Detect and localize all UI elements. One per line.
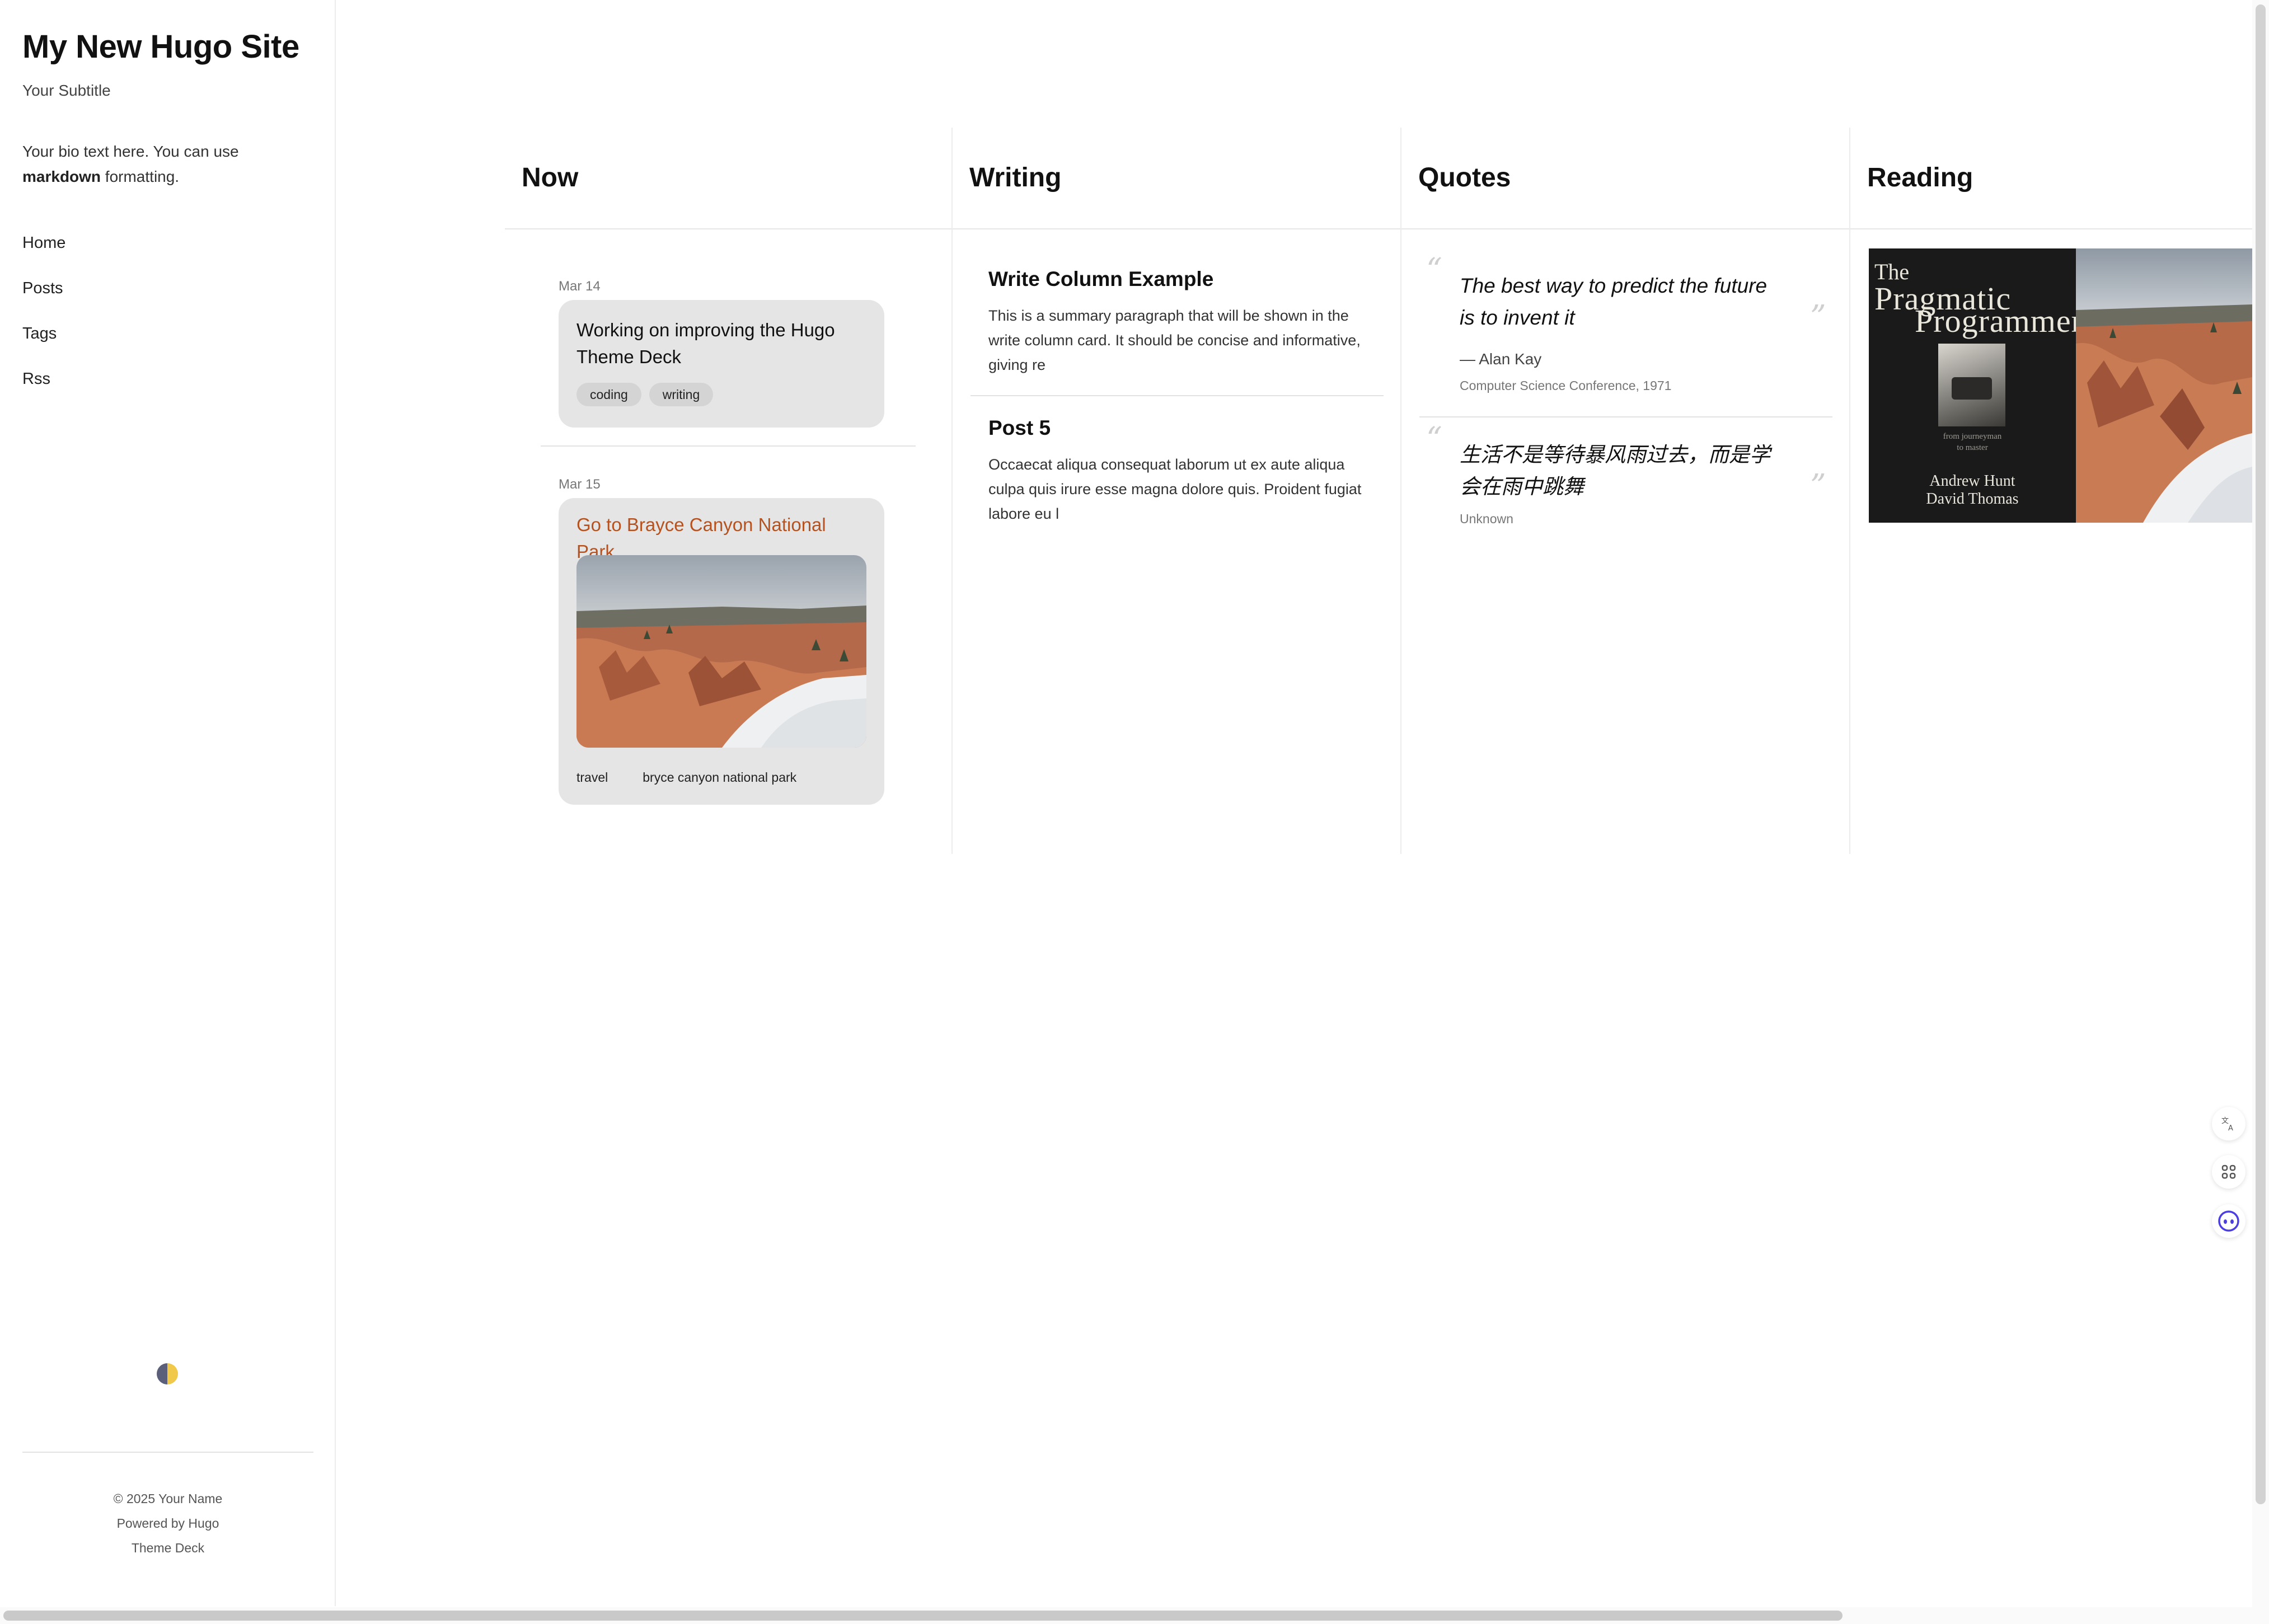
bio-bold: markdown xyxy=(22,168,101,185)
canyon-photo[interactable] xyxy=(576,555,866,748)
reading-column: Reading The Pragmatic Programmer from jo… xyxy=(1850,128,2252,854)
now-card-title[interactable]: Working on improving the Hugo Theme Deck xyxy=(576,317,868,370)
footer-copyright: © 2025 Your Name xyxy=(113,1491,223,1506)
svg-text:A: A xyxy=(2228,1124,2233,1132)
horizontal-scrollbar[interactable] xyxy=(3,1611,1843,1621)
writing-column: Writing Write Column Example This is a s… xyxy=(953,128,1400,854)
writing-post-summary: Occaecat aliqua consequat laborum ut ex … xyxy=(988,456,1362,522)
now-column: Now Mar 14 Working on improving the Hugo… xyxy=(505,128,951,854)
quotes-heading: Quotes xyxy=(1418,163,1511,193)
nav-rss[interactable]: Rss xyxy=(22,367,65,412)
open-quote-icon: “ xyxy=(1426,421,1442,457)
quote-source: Unknown xyxy=(1460,511,1513,526)
nav-tags[interactable]: Tags xyxy=(22,321,65,367)
tag-chip[interactable]: bryce canyon national park xyxy=(629,766,810,789)
bio-text: Your bio text here. You can use markdown… xyxy=(22,139,302,189)
now-card-tags: coding writing xyxy=(576,383,721,406)
book-author-2: David Thomas xyxy=(1926,490,2019,508)
assistant-eyes-icon[interactable] xyxy=(2212,1204,2245,1238)
vertical-scrollbar[interactable] xyxy=(2256,4,2266,1504)
quote-source: Computer Science Conference, 1971 xyxy=(1460,378,1672,393)
quote-text: The best way to predict the future is to… xyxy=(1460,274,1768,329)
bio-prefix: Your bio text here. You can use xyxy=(22,143,239,160)
bio-suffix: formatting. xyxy=(101,168,180,185)
reading-heading: Reading xyxy=(1867,163,1973,193)
translate-icon[interactable]: 文A xyxy=(2212,1107,2245,1140)
writing-post[interactable]: Post 5 Occaecat aliqua consequat laborum… xyxy=(988,416,1375,526)
site-subtitle: Your Subtitle xyxy=(22,82,111,99)
book-tagline-1: from journeyman xyxy=(1943,432,2002,441)
quotes-separator xyxy=(1419,416,1832,417)
close-quote-icon: ” xyxy=(1810,468,1826,504)
now-date: Mar 15 xyxy=(559,477,601,492)
grid-command-icon[interactable] xyxy=(2212,1155,2245,1189)
sidebar-nav: Home Posts Tags Rss xyxy=(22,231,65,412)
sidebar-divider xyxy=(22,1452,313,1453)
site-title[interactable]: My New Hugo Site xyxy=(22,28,299,65)
quote-text: 生活不是等待暴风雨过去，而是学会在雨中跳舞 xyxy=(1460,443,1770,498)
nav-posts[interactable]: Posts xyxy=(22,276,65,321)
now-card[interactable]: Go to Brayce Canyon National Park travel… xyxy=(559,498,884,805)
writing-heading: Writing xyxy=(969,163,1062,193)
open-quote-icon: “ xyxy=(1426,252,1442,288)
tag-chip[interactable]: coding xyxy=(576,383,641,406)
sidebar-footer: © 2025 Your Name Powered by Hugo Theme D… xyxy=(0,1486,336,1560)
reading-column-header: Reading xyxy=(1850,128,2252,229)
reading-photo[interactable] xyxy=(2076,248,2252,523)
book-author-1: Andrew Hunt xyxy=(1929,472,2015,490)
now-column-header: Now xyxy=(505,128,951,229)
tag-chip[interactable]: writing xyxy=(649,383,714,406)
footer-theme[interactable]: Theme Deck xyxy=(0,1536,336,1560)
tag-chip[interactable]: travel xyxy=(563,766,621,789)
writing-post-title[interactable]: Write Column Example xyxy=(988,267,1375,291)
nav-home[interactable]: Home xyxy=(22,231,65,276)
writing-post-summary: This is a summary paragraph that will be… xyxy=(988,307,1361,373)
book-title-line2: Programmer xyxy=(1915,303,2076,339)
half-moon-sun-icon[interactable] xyxy=(157,1363,178,1384)
quote-author: — Alan Kay xyxy=(1460,350,1542,368)
now-separator xyxy=(541,445,916,447)
now-date: Mar 14 xyxy=(559,279,601,294)
book-tagline: from journeyman to master xyxy=(1869,431,2076,453)
book-plane-illustration xyxy=(1938,344,2005,426)
footer-powered[interactable]: Powered by Hugo xyxy=(0,1511,336,1536)
now-card-tags: travel bryce canyon national park xyxy=(563,766,818,789)
writing-column-header: Writing xyxy=(953,128,1400,229)
now-heading: Now xyxy=(522,163,579,193)
sidebar: My New Hugo Site Your Subtitle Your bio … xyxy=(0,0,336,1606)
writing-post[interactable]: Write Column Example This is a summary p… xyxy=(988,267,1375,377)
book-tagline-2: to master xyxy=(1957,443,1988,452)
close-quote-icon: ” xyxy=(1810,299,1826,335)
quotes-column-header: Quotes xyxy=(1401,128,1849,229)
now-card[interactable]: Working on improving the Hugo Theme Deck… xyxy=(559,300,884,428)
writing-post-title[interactable]: Post 5 xyxy=(988,416,1375,440)
writing-separator xyxy=(971,395,1384,396)
book-cover[interactable]: The Pragmatic Programmer from journeyman… xyxy=(1869,248,2076,523)
quotes-column: Quotes “ The best way to predict the fut… xyxy=(1401,128,1849,854)
